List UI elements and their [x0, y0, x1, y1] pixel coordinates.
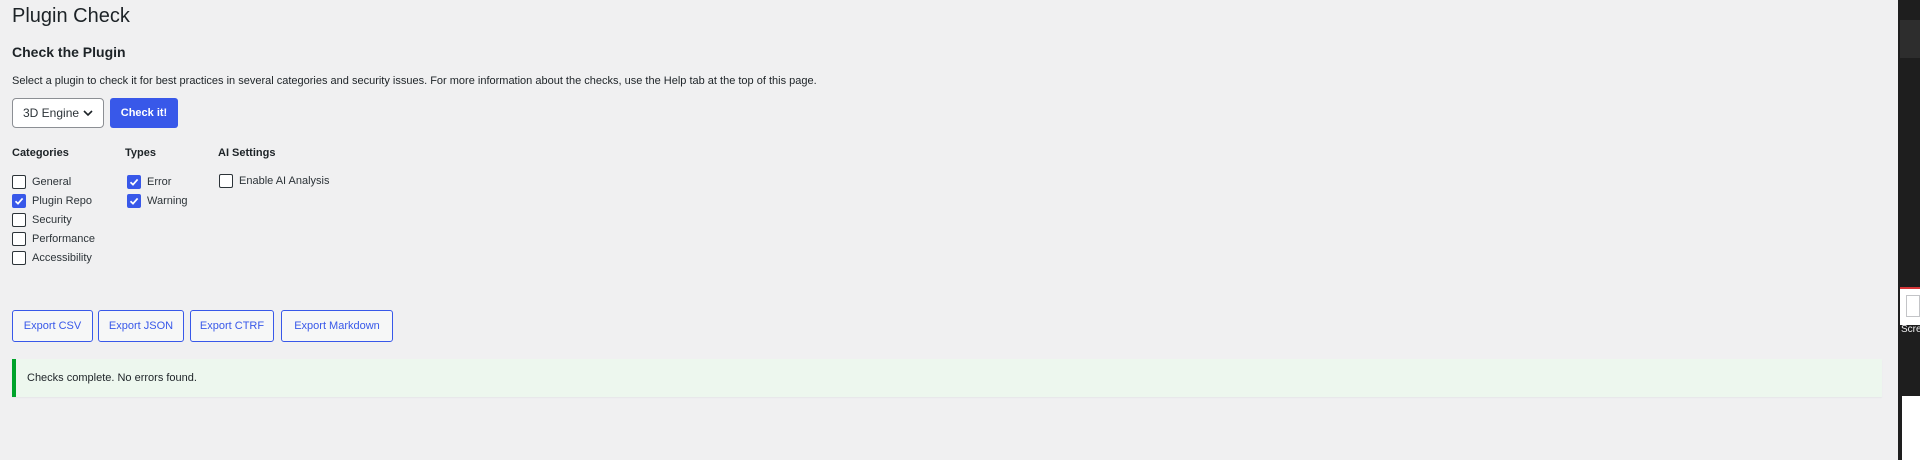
categories-title: Categories	[12, 147, 69, 159]
screenshot-thumbnail[interactable]	[1900, 287, 1920, 325]
category-performance-label: Performance	[32, 233, 95, 245]
checkmark-icon	[14, 197, 24, 205]
export-json-button[interactable]: Export JSON	[98, 310, 184, 342]
export-ctrf-button[interactable]: Export CTRF	[190, 310, 274, 342]
category-security-label: Security	[32, 214, 72, 226]
type-warning-option[interactable]: Warning	[127, 193, 188, 209]
adjacent-window-tab[interactable]	[1900, 20, 1920, 58]
category-security-checkbox[interactable]	[12, 213, 26, 227]
success-notice: Checks complete. No errors found.	[12, 359, 1882, 397]
ai-analysis-label: Enable AI Analysis	[239, 175, 330, 187]
plugin-select-value: 3D Engine	[23, 106, 80, 120]
type-error-label: Error	[147, 176, 172, 188]
ai-analysis-checkbox[interactable]	[219, 174, 233, 188]
category-accessibility-option[interactable]: Accessibility	[12, 250, 92, 266]
type-warning-checkbox[interactable]	[127, 194, 141, 208]
section-title: Check the Plugin	[12, 44, 126, 60]
type-warning-label: Warning	[147, 195, 188, 207]
page-description: Select a plugin to check it for best pra…	[12, 75, 817, 87]
category-security-option[interactable]: Security	[12, 212, 72, 228]
thumbnail-label: Scre	[1901, 324, 1920, 335]
category-plugin-repo-checkbox[interactable]	[12, 194, 26, 208]
adjacent-window: Scre	[1898, 0, 1920, 460]
category-performance-checkbox[interactable]	[12, 232, 26, 246]
category-plugin-repo-label: Plugin Repo	[32, 195, 92, 207]
checkmark-icon	[129, 197, 139, 205]
types-title: Types	[125, 147, 156, 159]
thumbnail-preview	[1906, 295, 1920, 317]
export-csv-button[interactable]: Export CSV	[12, 310, 93, 342]
page-title: Plugin Check	[12, 5, 130, 27]
checkmark-icon	[129, 178, 139, 186]
ai-analysis-option[interactable]: Enable AI Analysis	[219, 173, 330, 189]
category-accessibility-checkbox[interactable]	[12, 251, 26, 265]
plugin-select[interactable]: 3D Engine	[12, 98, 104, 128]
check-it-button[interactable]: Check it!	[110, 98, 178, 128]
notice-text: Checks complete. No errors found.	[27, 372, 197, 384]
export-markdown-button[interactable]: Export Markdown	[281, 310, 393, 342]
category-general-label: General	[32, 176, 72, 188]
category-plugin-repo-option[interactable]: Plugin Repo	[12, 193, 92, 209]
type-error-option[interactable]: Error	[127, 174, 171, 190]
chevron-down-icon	[83, 110, 93, 117]
category-general-checkbox[interactable]	[12, 175, 26, 189]
category-accessibility-label: Accessibility	[32, 252, 92, 264]
plugin-check-page: Plugin Check Check the Plugin Select a p…	[12, 0, 1882, 460]
adjacent-window-panel	[1902, 396, 1920, 460]
category-performance-option[interactable]: Performance	[12, 231, 95, 247]
type-error-checkbox[interactable]	[127, 175, 141, 189]
ai-settings-title: AI Settings	[218, 147, 276, 159]
category-general-option[interactable]: General	[12, 174, 71, 190]
